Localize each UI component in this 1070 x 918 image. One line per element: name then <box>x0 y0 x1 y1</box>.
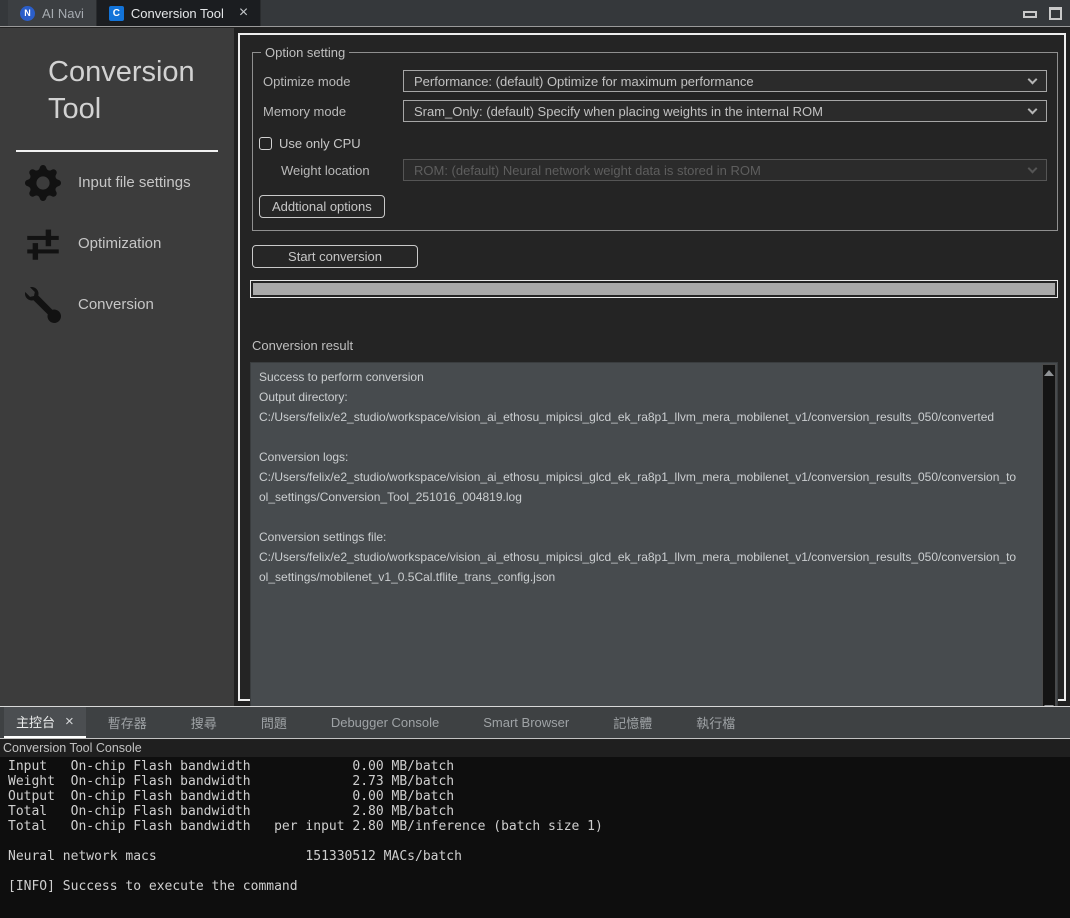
memory-mode-value: Sram_Only: (default) Specify when placin… <box>414 104 1029 119</box>
tab-registers-label: 暫存器 <box>108 713 147 732</box>
maximize-button[interactable] <box>1049 7 1062 20</box>
weight-location-label: Weight location <box>263 163 403 178</box>
optimize-mode-value: Performance: (default) Optimize for maxi… <box>414 74 1029 89</box>
tab-ai-navi-label: AI Navi <box>42 6 84 21</box>
console-output-area[interactable]: Input On-chip Flash bandwidth 0.00 MB/ba… <box>0 757 1070 918</box>
result-scrollbar[interactable] <box>1042 364 1056 717</box>
tab-console-label: 主控台 <box>16 712 55 731</box>
ai-navi-icon: N <box>20 6 35 21</box>
sidebar-item-input-file-settings[interactable]: Input file settings <box>0 152 234 213</box>
tab-problems-label: 問題 <box>261 713 287 732</box>
conversion-tool-icon: C <box>109 6 124 21</box>
sidebar-item-conversion[interactable]: Conversion <box>0 274 234 335</box>
conversion-result-text: Success to perform conversion Output dir… <box>251 363 1042 718</box>
tab-conversion-tool-label: Conversion Tool <box>131 6 224 21</box>
conversion-panel: Option setting Optimize mode Performance… <box>238 33 1066 701</box>
tab-ai-navi[interactable]: N AI Navi <box>8 0 97 26</box>
close-icon[interactable]: × <box>65 714 74 729</box>
tab-smart-browser-label: Smart Browser <box>483 715 569 730</box>
minimize-button[interactable] <box>1023 11 1037 18</box>
weight-location-value: ROM: (default) Neural network weight dat… <box>414 163 1029 178</box>
progress-bar <box>250 280 1058 298</box>
tab-search[interactable]: 搜尋 <box>169 707 239 738</box>
conversion-result-output[interactable]: Success to perform conversion Output dir… <box>250 362 1058 719</box>
page-title: Conversion Tool <box>48 54 218 128</box>
tab-problems[interactable]: 問題 <box>239 707 309 738</box>
tab-debugger-console[interactable]: Debugger Console <box>309 707 461 738</box>
console-view-title: Conversion Tool Console <box>0 740 1070 757</box>
tab-registers[interactable]: 暫存器 <box>86 707 169 738</box>
window-controls <box>1023 0 1070 26</box>
console-output-text: Input On-chip Flash bandwidth 0.00 MB/ba… <box>0 757 1070 894</box>
tab-console[interactable]: 主控台 × <box>4 707 86 738</box>
sidebar-item-label: Conversion <box>78 296 154 313</box>
close-icon[interactable]: × <box>239 5 248 21</box>
sidebar: Conversion Tool Input file settings Opti… <box>0 28 234 706</box>
sidebar-item-label: Optimization <box>78 235 161 252</box>
wrench-icon <box>24 286 62 324</box>
additional-options-button[interactable]: Addtional options <box>259 195 385 218</box>
tab-debugger-console-label: Debugger Console <box>331 715 439 730</box>
sidebar-item-optimization[interactable]: Optimization <box>0 213 234 274</box>
tab-memory-label: 記憶體 <box>613 713 652 732</box>
optimize-mode-label: Optimize mode <box>263 74 403 89</box>
use-only-cpu-row: Use only CPU <box>259 136 1057 151</box>
tab-executables[interactable]: 執行檔 <box>674 707 757 738</box>
weight-location-select[interactable]: ROM: (default) Neural network weight dat… <box>403 159 1047 181</box>
sidebar-item-label: Input file settings <box>78 174 191 191</box>
use-only-cpu-label: Use only CPU <box>279 136 361 151</box>
start-conversion-button[interactable]: Start conversion <box>252 245 418 268</box>
optimize-mode-select[interactable]: Performance: (default) Optimize for maxi… <box>403 70 1047 92</box>
tab-executables-label: 執行檔 <box>696 713 735 732</box>
scroll-up-icon[interactable] <box>1044 370 1054 376</box>
chevron-down-icon <box>1028 104 1038 114</box>
progress-bar-fill <box>253 283 1055 295</box>
gear-icon <box>24 164 62 202</box>
top-tab-bar: N AI Navi C Conversion Tool × <box>0 0 1070 27</box>
option-setting-group: Option setting Optimize mode Performance… <box>252 45 1058 231</box>
app-window: { "icons": { "close": "×" }, "top_tabs":… <box>0 0 1070 918</box>
memory-mode-select[interactable]: Sram_Only: (default) Specify when placin… <box>403 100 1047 122</box>
conversion-result-label: Conversion result <box>252 338 1064 353</box>
chevron-down-icon <box>1028 74 1038 84</box>
sliders-icon <box>24 225 62 263</box>
chevron-down-icon <box>1028 163 1038 173</box>
use-only-cpu-checkbox[interactable] <box>259 137 272 150</box>
tab-memory[interactable]: 記憶體 <box>591 707 674 738</box>
bottom-view-tab-bar: 主控台 × 暫存器 搜尋 問題 Debugger Console Smart B… <box>0 706 1070 739</box>
tab-conversion-tool[interactable]: C Conversion Tool × <box>97 0 261 26</box>
option-setting-title: Option setting <box>261 45 349 60</box>
tab-search-label: 搜尋 <box>191 713 217 732</box>
tab-smart-browser[interactable]: Smart Browser <box>461 707 591 738</box>
memory-mode-label: Memory mode <box>263 104 403 119</box>
